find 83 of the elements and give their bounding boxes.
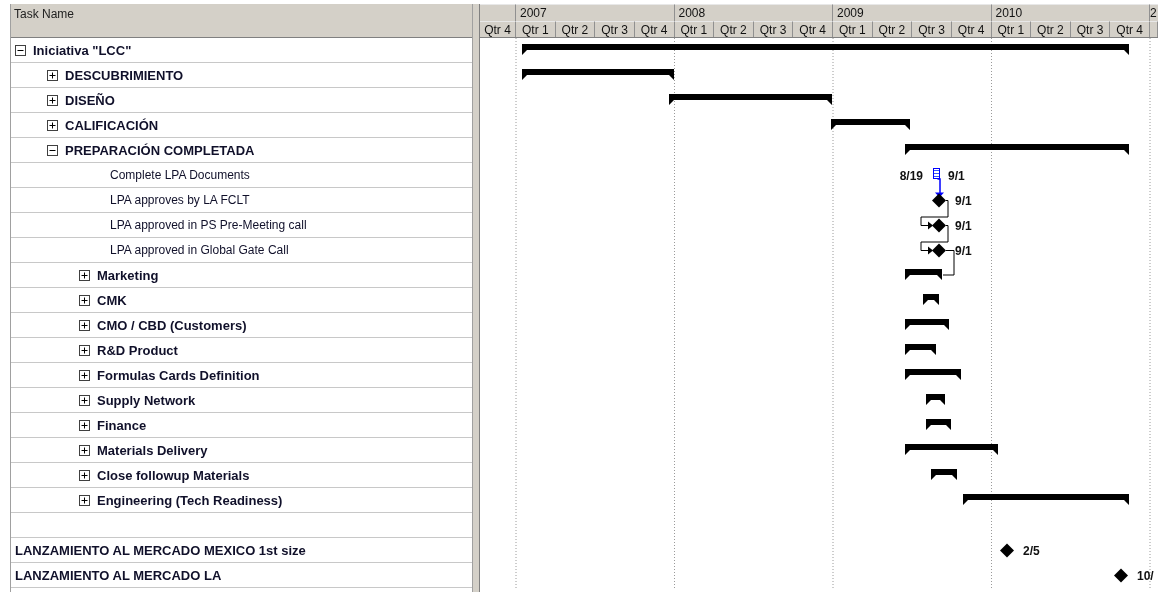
quarter-label: Qtr 2 xyxy=(714,21,754,37)
column-header[interactable]: Task Name xyxy=(11,4,472,38)
date-label: 2/5 xyxy=(1023,543,1040,558)
task-name: Supply Network xyxy=(97,392,196,408)
milestone-diamond xyxy=(932,193,946,208)
date-label: 10/ xyxy=(1137,568,1154,583)
task-name: Complete LPA Documents xyxy=(109,168,250,182)
task-name: DESCUBRIMIENTO xyxy=(65,67,184,83)
summary-bar xyxy=(926,394,945,405)
milestone-diamond xyxy=(932,243,946,258)
task-name: Formulas Cards Definition xyxy=(97,367,260,383)
task-name: Close followup Materials xyxy=(97,467,250,483)
task-name: Finance xyxy=(97,417,147,433)
summary-bar xyxy=(905,319,949,330)
quarter-label: Qtr 1 xyxy=(991,21,1032,37)
summary-bar xyxy=(905,269,942,280)
quarter-label: Qtr 3 xyxy=(912,21,952,37)
year-label: 2007 xyxy=(516,4,675,21)
quarter-label: Qtr 3 xyxy=(595,21,635,37)
task-name: CMO / CBD (Customers) xyxy=(97,317,247,333)
task-name: Iniciativa "LCC" xyxy=(33,42,132,58)
header-cell xyxy=(480,4,516,21)
summary-bar xyxy=(923,294,939,305)
task-bar xyxy=(933,168,940,179)
task-name: LPA approves by LA FCLT xyxy=(109,193,250,207)
milestone-diamond xyxy=(1000,543,1014,558)
date-label: 9/1 xyxy=(955,243,972,258)
task-name: R&D Product xyxy=(97,342,178,358)
expand-icon[interactable] xyxy=(79,344,90,356)
quarter-label: Qtr 1 xyxy=(833,21,873,37)
header-cell xyxy=(1150,21,1158,37)
expand-icon[interactable] xyxy=(47,94,58,106)
expand-icon[interactable] xyxy=(79,294,90,306)
year-label: 2009 xyxy=(833,4,992,21)
milestone-diamond xyxy=(932,218,946,233)
task-name: Engineering (Tech Readiness) xyxy=(97,492,283,508)
collapse-icon[interactable] xyxy=(47,144,58,156)
task-name: LANZAMIENTO AL MERCADO LA xyxy=(15,567,222,583)
date-label: 9/1 xyxy=(955,193,972,208)
expand-icon[interactable] xyxy=(47,119,58,131)
quarter-label: Qtr 2 xyxy=(1031,21,1071,37)
date-label: 9/1 xyxy=(955,218,972,233)
quarter-label: Qtr 4 xyxy=(634,21,675,37)
milestone-diamond xyxy=(1114,568,1128,583)
expand-icon[interactable] xyxy=(79,319,90,331)
expand-icon[interactable] xyxy=(47,69,58,81)
task-name: PREPARACIÓN COMPLETADA xyxy=(65,142,255,158)
expand-icon[interactable] xyxy=(79,394,90,406)
summary-bar xyxy=(905,344,936,355)
quarter-label: Qtr 4 xyxy=(1110,21,1150,37)
date-label: 8/19 xyxy=(899,168,923,183)
task-name: CMK xyxy=(97,292,127,308)
expand-icon[interactable] xyxy=(79,419,90,431)
year-label: 2008 xyxy=(674,4,833,21)
date-label: 9/1 xyxy=(948,168,965,183)
summary-bar xyxy=(905,369,961,380)
collapse-icon[interactable] xyxy=(15,44,26,56)
task-name: LANZAMIENTO AL MERCADO MEXICO 1st size xyxy=(15,542,306,558)
quarter-label: Qtr 2 xyxy=(872,21,913,37)
expand-icon[interactable] xyxy=(79,494,90,506)
expand-icon[interactable] xyxy=(79,269,90,281)
expand-icon[interactable] xyxy=(79,444,90,456)
quarter-label: Qtr 4 xyxy=(793,21,833,37)
task-name: LPA approved in PS Pre-Meeting call xyxy=(109,218,307,232)
expand-icon[interactable] xyxy=(79,469,90,481)
quarter-label: Qtr 4 xyxy=(480,21,516,37)
task-name: CALIFICACIÓN xyxy=(65,117,159,133)
quarter-label: Qtr 1 xyxy=(516,21,556,37)
quarter-label: Qtr 2 xyxy=(555,21,596,37)
task-name: Marketing xyxy=(97,267,159,283)
year-label: 2010 xyxy=(991,4,1150,21)
quarter-label: Qtr 1 xyxy=(674,21,715,37)
quarter-label: Qtr 3 xyxy=(1070,21,1111,37)
expand-icon[interactable] xyxy=(79,369,90,381)
task-name: LPA approved in Global Gate Call xyxy=(109,243,289,257)
quarter-label: Qtr 3 xyxy=(753,21,794,37)
task-name: DISEÑO xyxy=(65,92,115,108)
year-label: 2 xyxy=(1150,4,1158,21)
quarter-label: Qtr 4 xyxy=(951,21,992,37)
summary-bar xyxy=(931,469,957,480)
summary-bar xyxy=(926,419,951,430)
pane-splitter[interactable] xyxy=(472,4,480,592)
task-name: Materials Delivery xyxy=(97,442,208,458)
